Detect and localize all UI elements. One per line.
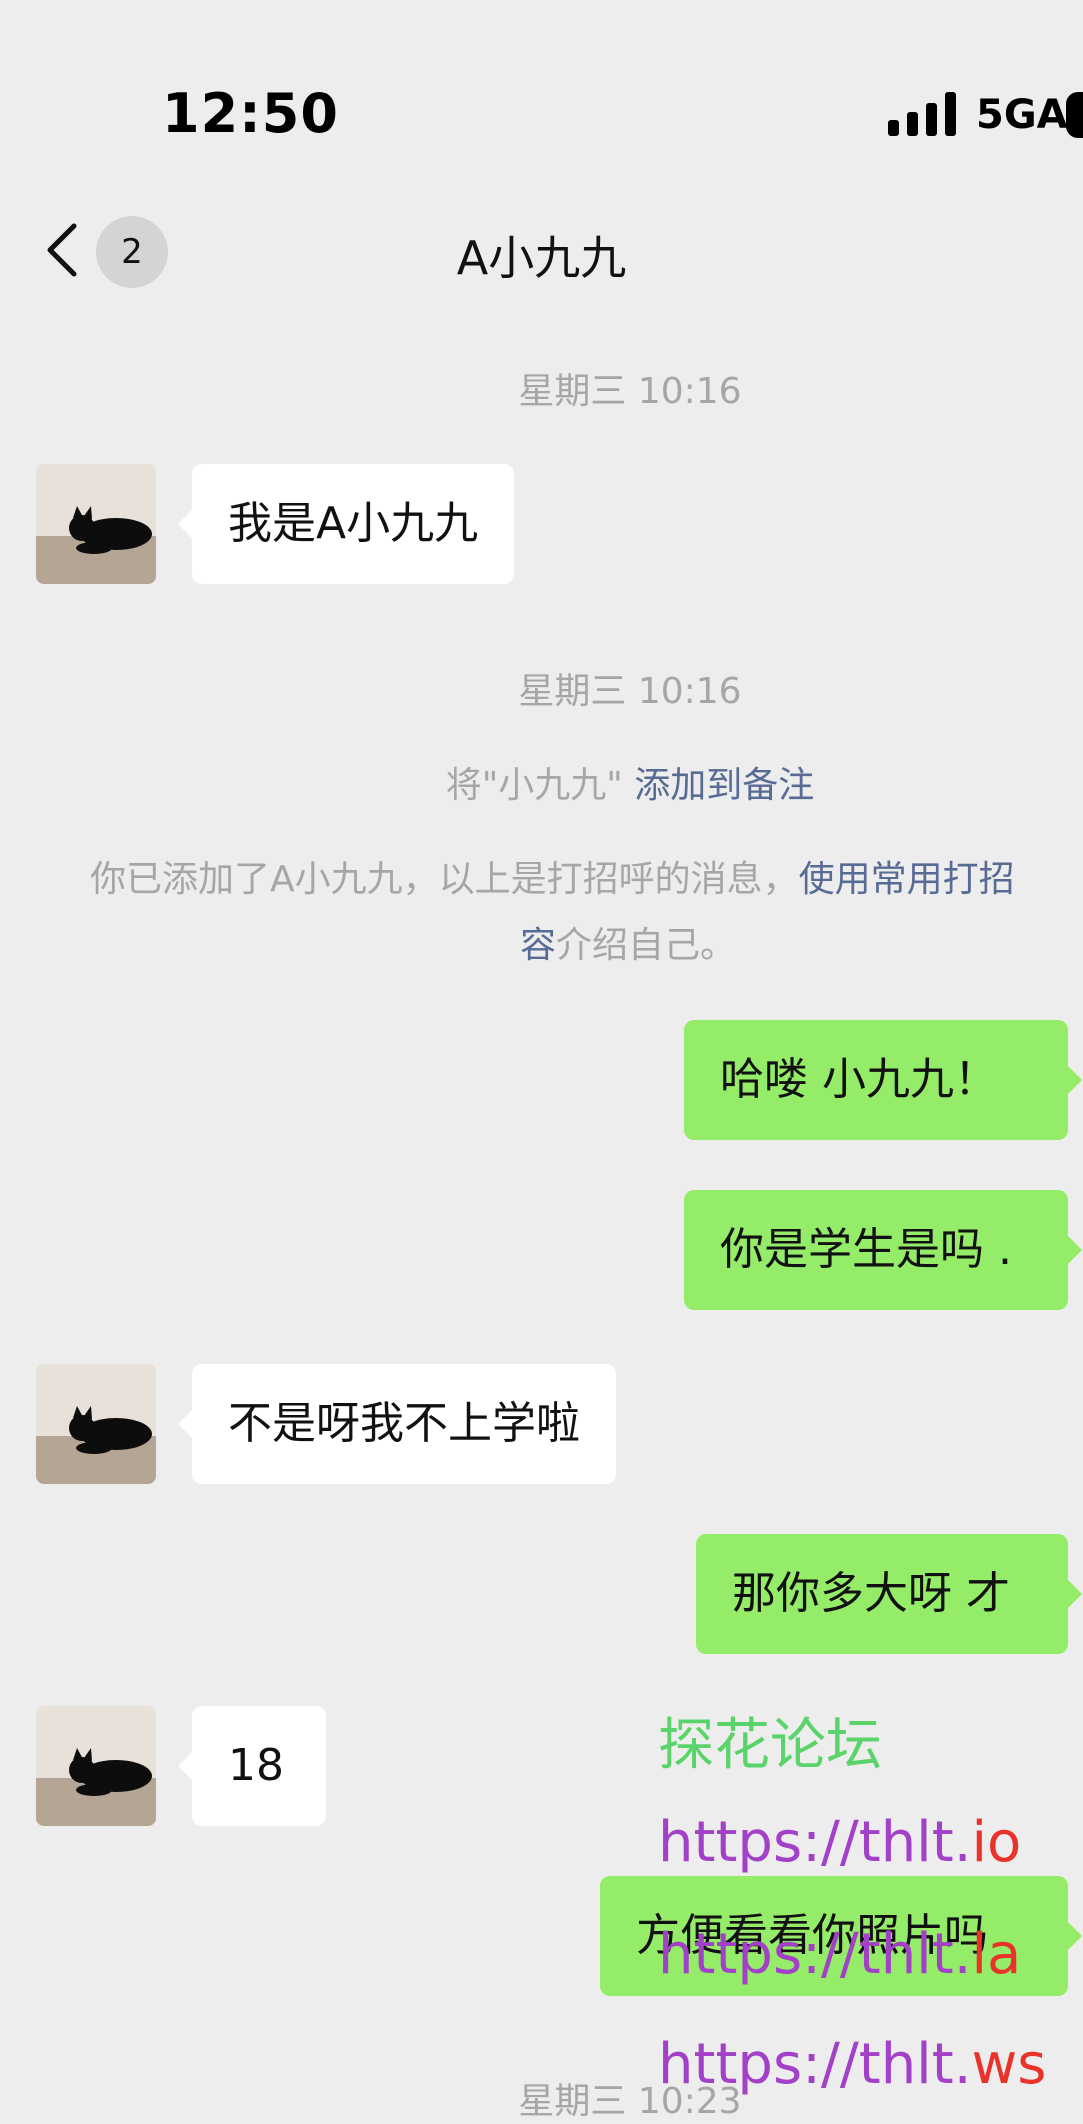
status-time: 12:50	[162, 82, 339, 145]
message-bubble-received[interactable]: 18	[178, 1706, 326, 1826]
watermark-url: https://thlt.io	[658, 1810, 1021, 1875]
watermark-url-tld: la	[971, 1922, 1022, 1987]
system-notice-line2: 容介绍自己。	[520, 914, 736, 978]
message-text: 你是学生是吗 .	[720, 1224, 1012, 1275]
watermark-url-base: https://thlt.	[658, 1810, 972, 1875]
watermark-url: https://thlt.ws	[658, 2032, 1046, 2097]
avatar[interactable]	[36, 464, 156, 584]
watermark-url: https://thlt.la	[658, 1922, 1021, 1987]
message-bubble-received[interactable]: 我是A小九九	[178, 464, 515, 584]
greeting-template-link-continued[interactable]: 容	[520, 925, 556, 966]
message-bubble-sent[interactable]: 你是学生是吗 .	[684, 1190, 1082, 1310]
message-text: 那你多大呀 才	[732, 1568, 1010, 1619]
watermark-url-tld: io	[971, 1810, 1022, 1875]
signal-icon	[888, 92, 958, 136]
watermark-url-base: https://thlt.	[658, 1922, 972, 1987]
remark-prefix: 将"小九九"	[445, 765, 623, 806]
timestamp: 星期三 10:16	[518, 371, 742, 412]
add-remark-notice: 将"小九九" 添加到备注	[0, 756, 1083, 808]
message-bubble-received[interactable]: 不是呀我不上学啦	[178, 1364, 616, 1484]
message-text: 不是呀我不上学啦	[228, 1398, 580, 1449]
message-text: 18	[228, 1740, 284, 1791]
message-text: 哈喽 小九九！	[720, 1054, 998, 1105]
cat-photo-icon	[36, 464, 156, 584]
avatar[interactable]	[36, 1364, 156, 1484]
greeting-template-link[interactable]: 使用常用打招	[799, 859, 1015, 900]
watermark-url-base: https://thlt.	[658, 2032, 972, 2097]
add-remark-link[interactable]: 添加到备注	[634, 765, 814, 806]
system-notice: 你已添加了A小九九，以上是打招呼的消息，使用常用打招	[90, 848, 1083, 912]
network-type: 5GA	[976, 92, 1068, 138]
message-text: 我是A小九九	[228, 498, 479, 549]
chat-title: A小九九	[456, 231, 627, 285]
cat-photo-icon	[36, 1706, 156, 1826]
battery-icon	[1066, 92, 1083, 138]
watermark-title: 探花论坛	[658, 1713, 882, 1778]
watermark-url-tld: ws	[971, 2032, 1047, 2097]
cat-photo-icon	[36, 1364, 156, 1484]
system-notice-text: 你已添加了A小九九，以上是打招呼的消息，	[90, 859, 799, 900]
message-bubble-sent[interactable]: 那你多大呀 才	[696, 1534, 1082, 1654]
message-bubble-sent[interactable]: 哈喽 小九九！	[684, 1020, 1082, 1140]
avatar[interactable]	[36, 1706, 156, 1826]
system-notice-text-2: 介绍自己。	[556, 925, 737, 966]
timestamp: 星期三 10:16	[518, 671, 742, 712]
